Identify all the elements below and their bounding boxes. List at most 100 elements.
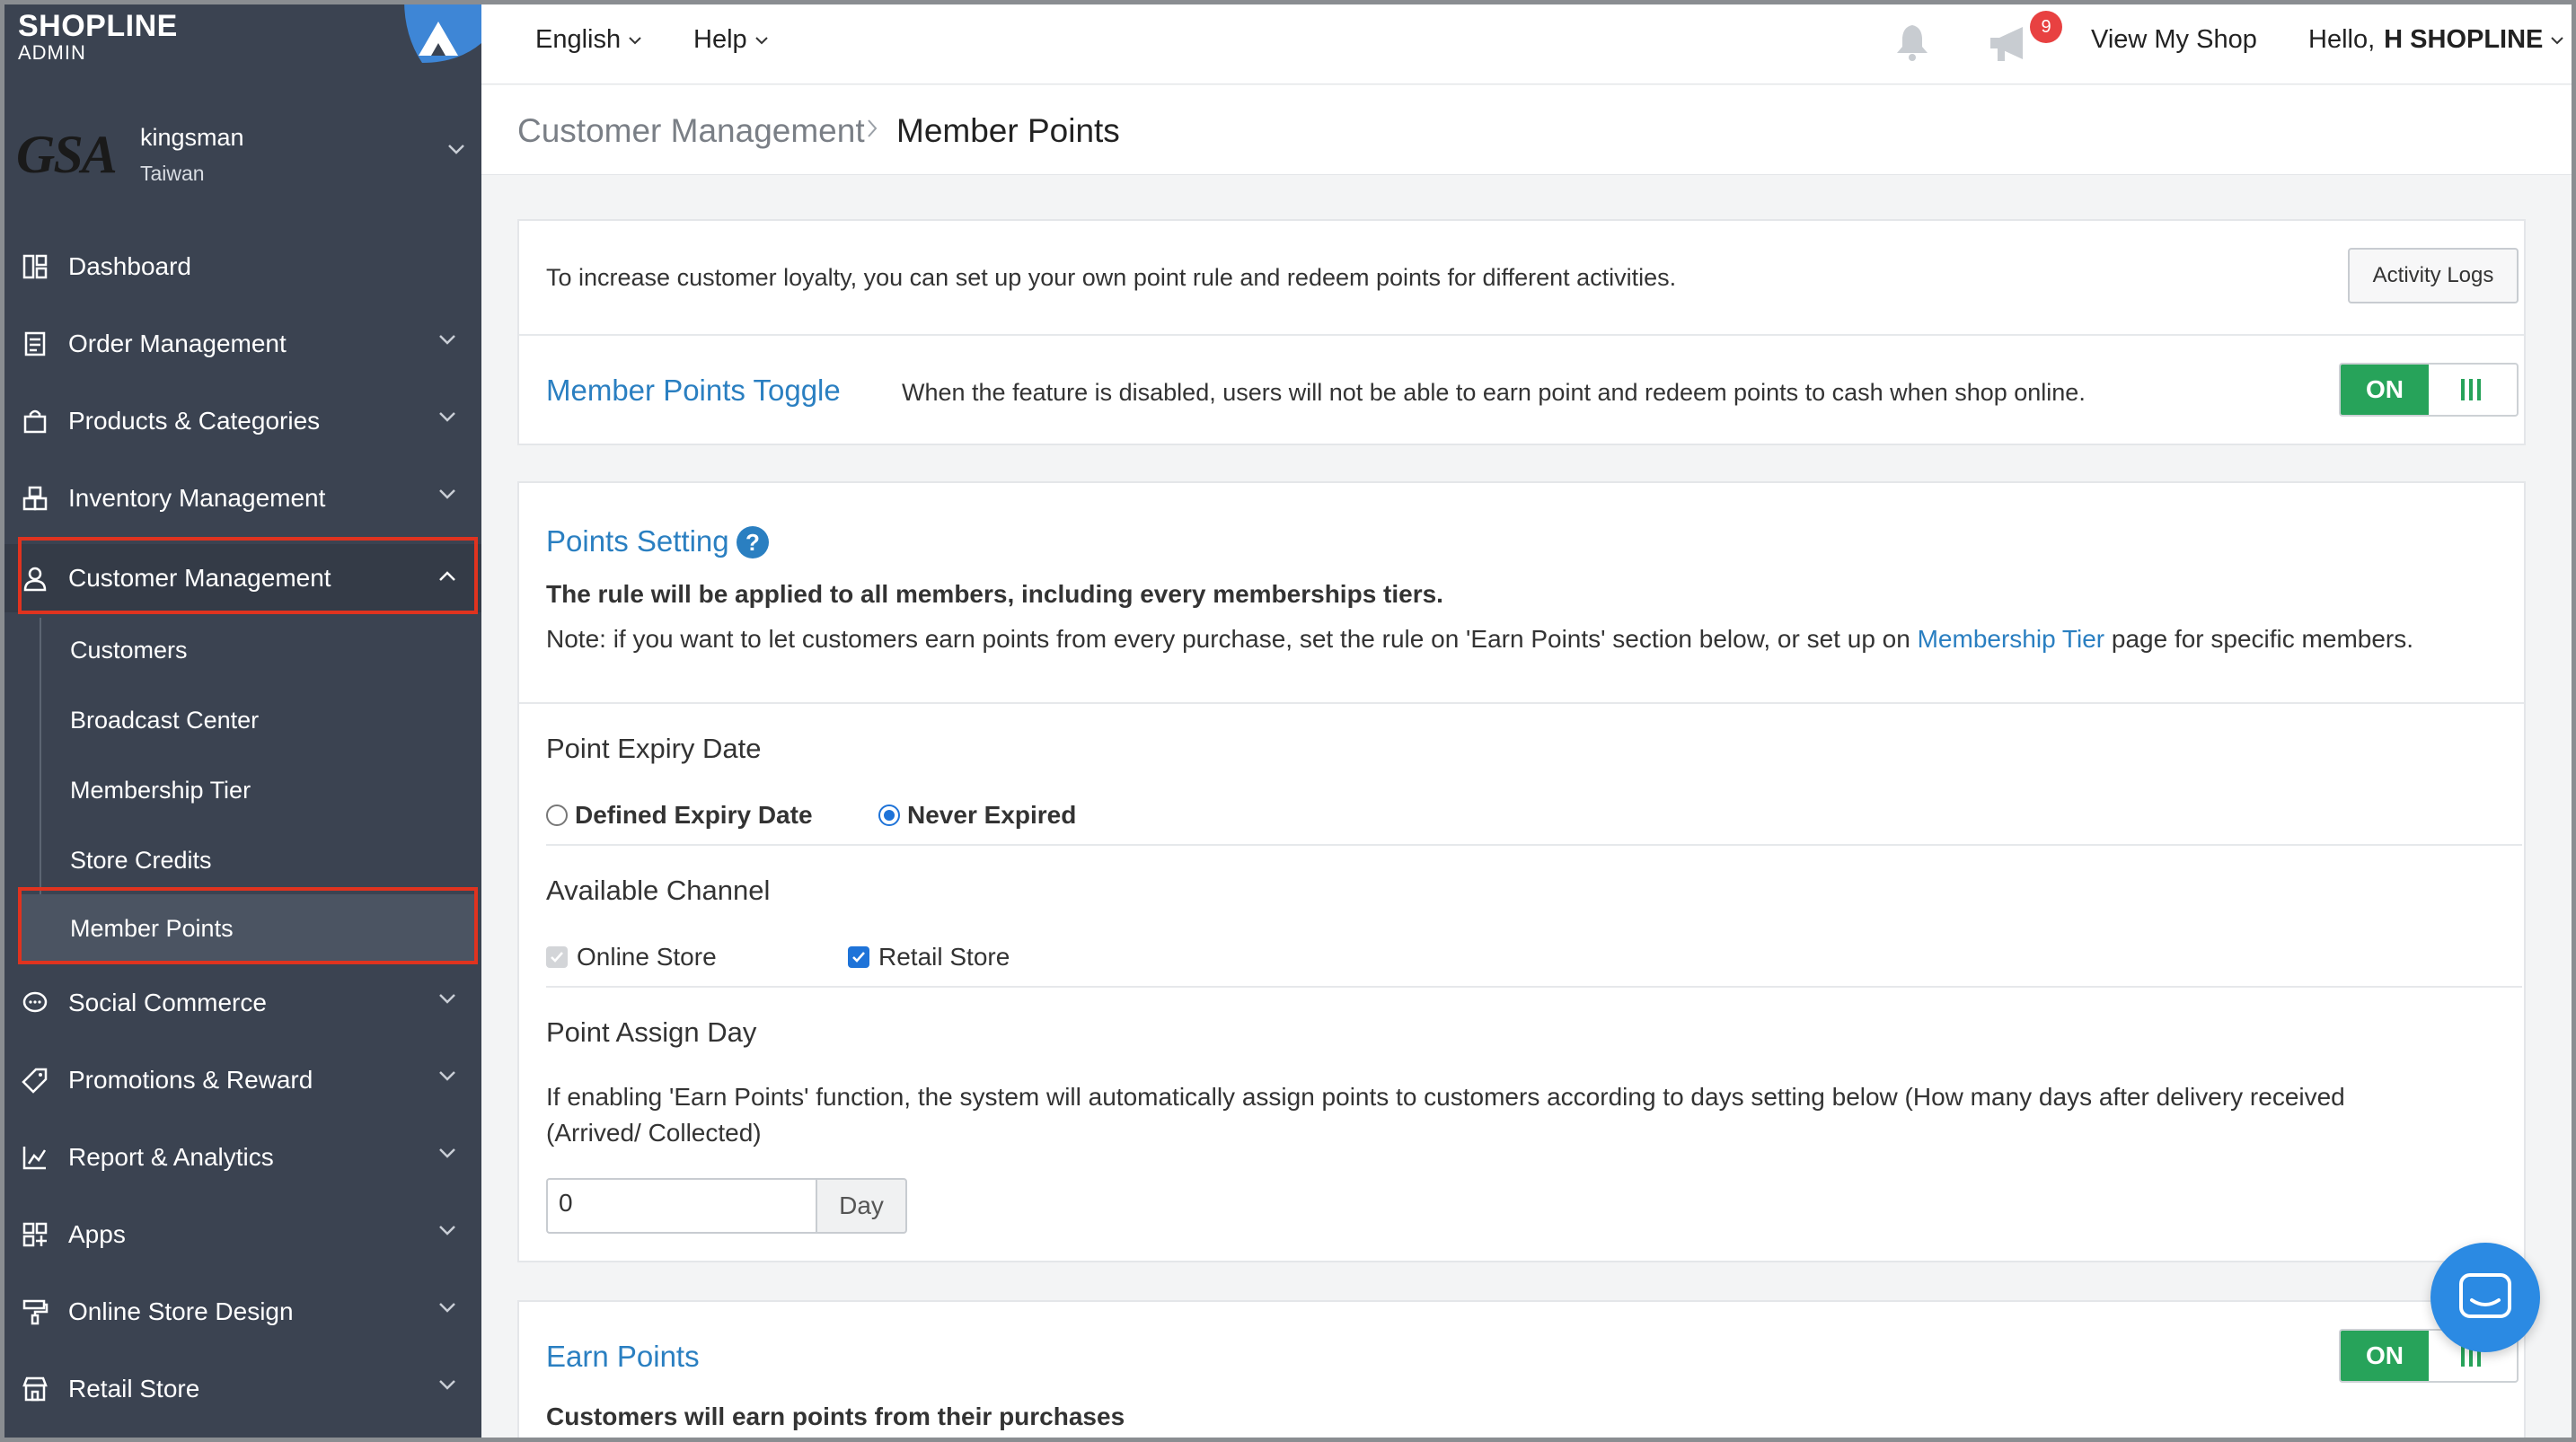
brand-mark-icon (404, 0, 481, 63)
highlight-customer-management (18, 537, 478, 614)
radio-defined-expiry[interactable]: Defined Expiry Date (546, 801, 813, 830)
shop-logo: GSA (16, 125, 118, 184)
language-dropdown[interactable]: English (535, 25, 642, 55)
view-my-shop-link[interactable]: View My Shop (2091, 25, 2257, 55)
chevron-down-icon (754, 36, 768, 44)
brand-name: SHOPLINE (18, 9, 178, 43)
sidebar-item-products[interactable]: Products & Categories (0, 390, 481, 453)
sidebar-item-online-store-design[interactable]: Online Store Design (0, 1280, 481, 1343)
chat-icon (2459, 1273, 2511, 1318)
chevron-down-icon (448, 145, 464, 154)
sidebar-item-promotions[interactable]: Promotions & Reward (0, 1049, 481, 1112)
earn-points-title: Earn Points (546, 1340, 700, 1373)
chat-bubble-icon (20, 988, 50, 1018)
note-text: page for specific members. (2111, 625, 2414, 653)
membership-tier-link[interactable]: Membership Tier (1918, 625, 2105, 653)
sidebar-item-label: Online Store Design (68, 1297, 294, 1325)
sidebar-subitem-label: Broadcast Center (70, 706, 260, 734)
sidebar-subitem-membership-tier[interactable]: Membership Tier (0, 758, 481, 822)
divider (519, 334, 2524, 336)
checkbox-box (848, 946, 869, 968)
checkbox-retail-store[interactable]: Retail Store (848, 943, 1010, 972)
toggle-on-label: ON (2341, 365, 2429, 415)
divider (546, 986, 2522, 988)
chevron-down-icon (439, 489, 455, 499)
intro-card: To increase customer loyalty, you can se… (517, 219, 2526, 445)
points-setting-title: Points Setting (546, 524, 729, 558)
sidebar-subitem-customers[interactable]: Customers (0, 618, 481, 682)
dashboard-icon (20, 251, 50, 282)
chevron-right-icon (868, 119, 878, 137)
chevron-down-icon (439, 1148, 455, 1158)
sidebar-item-label: Social Commerce (68, 989, 267, 1016)
chevron-down-icon (439, 1380, 455, 1390)
paint-roller-icon (20, 1297, 50, 1327)
available-channel-heading: Available Channel (546, 875, 771, 906)
member-points-toggle-title: Member Points Toggle (546, 374, 841, 407)
radio-button (546, 805, 568, 826)
radio-button (878, 805, 900, 826)
order-icon (20, 329, 50, 359)
point-assign-description-1: If enabling 'Earn Points' function, the … (546, 1083, 2345, 1111)
sidebar: SHOPLINE ADMIN GSA kingsman Taiwan Dashb… (0, 0, 481, 1442)
chevron-down-icon (439, 1226, 455, 1235)
points-setting-card: Points Setting ? The rule will be applie… (517, 481, 2526, 1262)
view-my-shop-label: View My Shop (2091, 25, 2257, 54)
sidebar-item-label: Report & Analytics (68, 1143, 274, 1171)
sidebar-item-label: Apps (68, 1220, 126, 1248)
sidebar-item-apps[interactable]: Apps (0, 1203, 481, 1266)
radio-label: Defined Expiry Date (575, 801, 813, 829)
checkbox-box (546, 946, 568, 968)
shop-region: Taiwan (140, 162, 205, 185)
member-points-toggle[interactable]: ON (2339, 363, 2519, 417)
sidebar-subitem-label: Store Credits (70, 846, 212, 874)
bell-icon[interactable] (1892, 22, 1933, 63)
note-text: Note: if you want to let customers earn … (546, 625, 1910, 653)
sidebar-item-label: Retail Store (68, 1375, 200, 1402)
help-icon[interactable]: ? (737, 526, 769, 558)
points-setting-note: Note: if you want to let customers earn … (546, 625, 2413, 654)
user-menu[interactable]: Hello, H SHOPLINE (2308, 25, 2564, 55)
radio-never-expired[interactable]: Never Expired (878, 801, 1076, 830)
activity-logs-button[interactable]: Activity Logs (2348, 248, 2519, 303)
chevron-down-icon (2551, 36, 2564, 44)
chevron-down-icon (439, 1071, 455, 1081)
chat-support-button[interactable] (2430, 1243, 2540, 1352)
sidebar-item-report[interactable]: Report & Analytics (0, 1126, 481, 1189)
shop-switcher[interactable]: GSA kingsman Taiwan (16, 117, 465, 189)
checkbox-label: Online Store (577, 943, 717, 971)
sidebar-item-inventory[interactable]: Inventory Management (0, 467, 481, 530)
sidebar-subitem-store-credits[interactable]: Store Credits (0, 828, 481, 892)
checkbox-online-store[interactable]: Online Store (546, 943, 717, 972)
help-label: Help (693, 25, 747, 54)
sidebar-item-label: Inventory Management (68, 484, 326, 512)
chevron-down-icon (439, 412, 455, 422)
point-expiry-heading: Point Expiry Date (546, 733, 762, 764)
sidebar-item-label: Products & Categories (68, 407, 321, 435)
earn-points-card: Earn Points ON Customers will earn point… (517, 1300, 2526, 1442)
breadcrumb: Customer Management Member Points (481, 85, 2576, 175)
sidebar-subitem-label: Customers (70, 636, 188, 664)
sidebar-item-dashboard[interactable]: Dashboard (0, 235, 481, 298)
intro-text: To increase customer loyalty, you can se… (546, 264, 1677, 291)
language-label: English (535, 25, 622, 54)
sidebar-item-retail-store[interactable]: Retail Store (0, 1358, 481, 1420)
assign-day-input-group: 0 Day (546, 1178, 907, 1234)
brand-subtitle: ADMIN (18, 41, 86, 64)
assign-day-input[interactable]: 0 (546, 1178, 816, 1234)
brand-logo[interactable]: SHOPLINE ADMIN (18, 11, 178, 63)
breadcrumb-parent[interactable]: Customer Management (517, 112, 865, 150)
shop-name: kingsman (140, 124, 244, 151)
points-setting-rule: The rule will be applied to all members,… (546, 580, 1443, 608)
point-assign-description-2: (Arrived/ Collected) (546, 1119, 762, 1147)
help-dropdown[interactable]: Help (693, 25, 769, 55)
sidebar-item-label: Dashboard (68, 252, 191, 280)
megaphone-icon[interactable] (1987, 23, 2035, 65)
bag-icon (20, 406, 50, 436)
member-points-toggle-description: When the feature is disabled, users will… (902, 379, 2086, 406)
sidebar-subitem-broadcast-center[interactable]: Broadcast Center (0, 688, 481, 752)
sidebar-item-social-commerce[interactable]: Social Commerce (0, 972, 481, 1034)
sidebar-item-order-management[interactable]: Order Management (0, 312, 481, 375)
boxes-icon (20, 483, 50, 514)
store-icon (20, 1374, 50, 1404)
